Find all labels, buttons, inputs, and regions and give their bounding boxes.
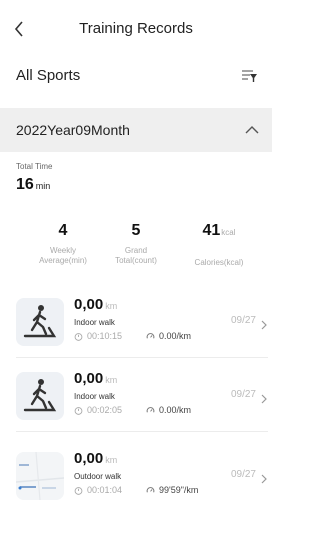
- distance-unit: km: [105, 301, 118, 311]
- stopwatch-icon: [74, 333, 83, 341]
- record-date: 09/27: [230, 315, 256, 326]
- pace-value: 0.00/km: [159, 405, 192, 415]
- divider: [16, 357, 268, 358]
- record-duration: 00:10:15: [74, 331, 122, 341]
- record-item[interactable]: 0,00 km Outdoor walk 00:01:04 99'59"/km 0…: [16, 450, 268, 508]
- duration-value: 00:01:04: [87, 485, 123, 495]
- stat-value: 41: [202, 222, 221, 239]
- pace-value: 0.00/km: [159, 331, 192, 341]
- treadmill-walker-icon: [16, 298, 64, 346]
- stat-value: 4: [58, 222, 68, 239]
- record-date: 09/27: [230, 469, 256, 480]
- month-label: 2022Year09Month: [16, 122, 130, 138]
- record-date: 09/27: [230, 389, 256, 400]
- record-item[interactable]: 0,00 km Indoor walk 00:02:05 0.00/km 09/2…: [16, 370, 268, 428]
- total-time-value: 16 min: [16, 176, 50, 194]
- divider: [16, 431, 268, 432]
- record-type: Outdoor walk: [74, 472, 122, 481]
- stopwatch-icon: [74, 407, 83, 415]
- stopwatch-icon: [74, 487, 83, 495]
- duration-value: 00:10:15: [87, 331, 123, 341]
- record-pace: 99'59"/km: [146, 485, 198, 495]
- total-time-number: 16: [16, 176, 34, 193]
- distance-value: 0,00: [74, 450, 104, 467]
- stat-unit: kcal: [221, 228, 236, 237]
- distance-value: 0,00: [74, 370, 104, 387]
- stat-calories: 41kcal Calories(kcal): [184, 222, 254, 268]
- month-header[interactable]: 2022Year09Month: [0, 108, 272, 152]
- record-duration: 00:01:04: [74, 485, 122, 495]
- total-time-label: Total Time: [16, 162, 53, 171]
- header: Training Records: [0, 0, 272, 56]
- sport-filter-label[interactable]: All Sports: [16, 67, 80, 84]
- pace-gauge-icon: [146, 333, 155, 339]
- treadmill-walker-icon: [16, 372, 64, 420]
- chevron-right-icon[interactable]: [260, 317, 268, 330]
- total-time-unit: min: [35, 181, 51, 191]
- map-thumbnail: [16, 452, 64, 500]
- record-pace: 0.00/km: [146, 331, 191, 341]
- record-distance: 0,00 km: [74, 296, 117, 313]
- filter-icon[interactable]: [240, 68, 258, 84]
- duration-value: 00:02:05: [87, 405, 123, 415]
- sport-filter-row[interactable]: All Sports: [0, 56, 272, 104]
- stat-label-line2: Calories(kcal): [194, 258, 244, 267]
- distance-value: 0,00: [74, 296, 104, 313]
- stat-grand-total: 5 Grand Total(count): [101, 222, 171, 266]
- record-distance: 0,00 km: [74, 450, 117, 467]
- record-distance: 0,00 km: [74, 370, 117, 387]
- record-type: Indoor walk: [74, 318, 115, 327]
- distance-unit: km: [105, 455, 118, 465]
- stat-weekly-average: 4 Weekly Average(min): [28, 222, 98, 266]
- record-pace: 0.00/km: [146, 405, 191, 415]
- chevron-right-icon[interactable]: [260, 471, 268, 484]
- pace-gauge-icon: [146, 487, 155, 493]
- record-item[interactable]: 0,00 km Indoor walk 00:10:15 0.00/km 09/2…: [16, 296, 268, 354]
- record-type: Indoor walk: [74, 392, 115, 401]
- record-duration: 00:02:05: [74, 405, 122, 415]
- stat-label-line2: Average(min): [39, 256, 87, 265]
- stat-label-line1: Grand: [124, 246, 148, 255]
- page-title: Training Records: [79, 20, 193, 37]
- stat-label-line1: Weekly: [49, 246, 77, 255]
- pace-value: 99'59"/km: [159, 485, 199, 495]
- chevron-up-icon[interactable]: [244, 123, 260, 135]
- distance-unit: km: [105, 375, 118, 385]
- chevron-right-icon[interactable]: [260, 391, 268, 404]
- pace-gauge-icon: [146, 407, 155, 413]
- stat-label-line2: Total(count): [115, 256, 157, 265]
- stat-value: 5: [131, 222, 141, 239]
